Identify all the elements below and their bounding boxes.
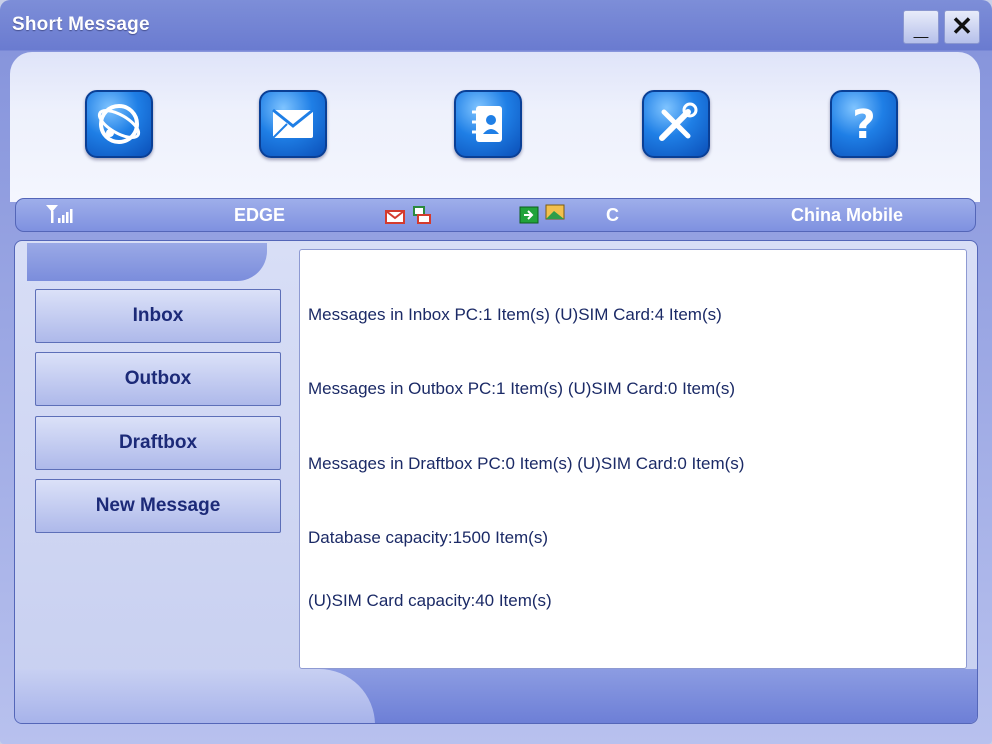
draftbox-summary: Messages in Draftbox PC:0 Item(s) (U)SIM… (308, 454, 745, 473)
minimize-button[interactable]: _ (903, 10, 939, 44)
envelope-icon (272, 108, 314, 139)
main-panel: Inbox Outbox Draftbox New Message Messag… (14, 240, 978, 724)
database-capacity: Database capacity:1500 Item(s) (308, 528, 549, 547)
bottom-bar-curve (15, 669, 375, 723)
help-button[interactable]: ? (830, 90, 898, 158)
outbox-summary: Messages in Outbox PC:1 Item(s) (U)SIM C… (308, 379, 735, 398)
globe-icon (97, 104, 141, 144)
mode-indicator: C (606, 205, 619, 225)
outbox-button[interactable]: Outbox (35, 352, 281, 406)
settings-button[interactable] (642, 90, 710, 158)
inbox-button[interactable]: Inbox (35, 289, 281, 343)
signal-strength-icon (44, 203, 76, 230)
new-message-button[interactable]: New Message (35, 479, 281, 533)
operator-name: China Mobile (791, 205, 903, 225)
app-window: Short Message _ ✕ ? EDGE C China Mobile … (0, 0, 992, 744)
inbox-summary: Messages in Inbox PC:1 Item(s) (U)SIM Ca… (308, 305, 722, 324)
title-bar: Short Message _ ✕ (0, 0, 992, 52)
roaming-icon (518, 203, 568, 232)
window-title: Short Message (12, 14, 150, 35)
summary-panel: Messages in Inbox PC:1 Item(s) (U)SIM Ca… (299, 249, 967, 669)
bottom-bar (15, 669, 977, 723)
sidebar-header (27, 243, 267, 281)
tools-icon (659, 102, 698, 141)
sim-capacity: (U)SIM Card capacity:40 Item(s) (308, 591, 552, 610)
svg-text:?: ? (852, 102, 875, 148)
sms-status-icon (384, 203, 434, 232)
network-type: EDGE (234, 205, 286, 225)
toolbar: ? (10, 52, 980, 202)
sms-button[interactable] (259, 90, 327, 158)
contacts-button[interactable] (454, 90, 522, 158)
help-icon: ? (852, 102, 875, 148)
internet-button[interactable] (85, 90, 153, 158)
draftbox-button[interactable]: Draftbox (35, 416, 281, 470)
status-bar: EDGE C China Mobile (15, 198, 976, 232)
phonebook-icon (472, 106, 502, 142)
close-button[interactable]: ✕ (944, 10, 980, 44)
